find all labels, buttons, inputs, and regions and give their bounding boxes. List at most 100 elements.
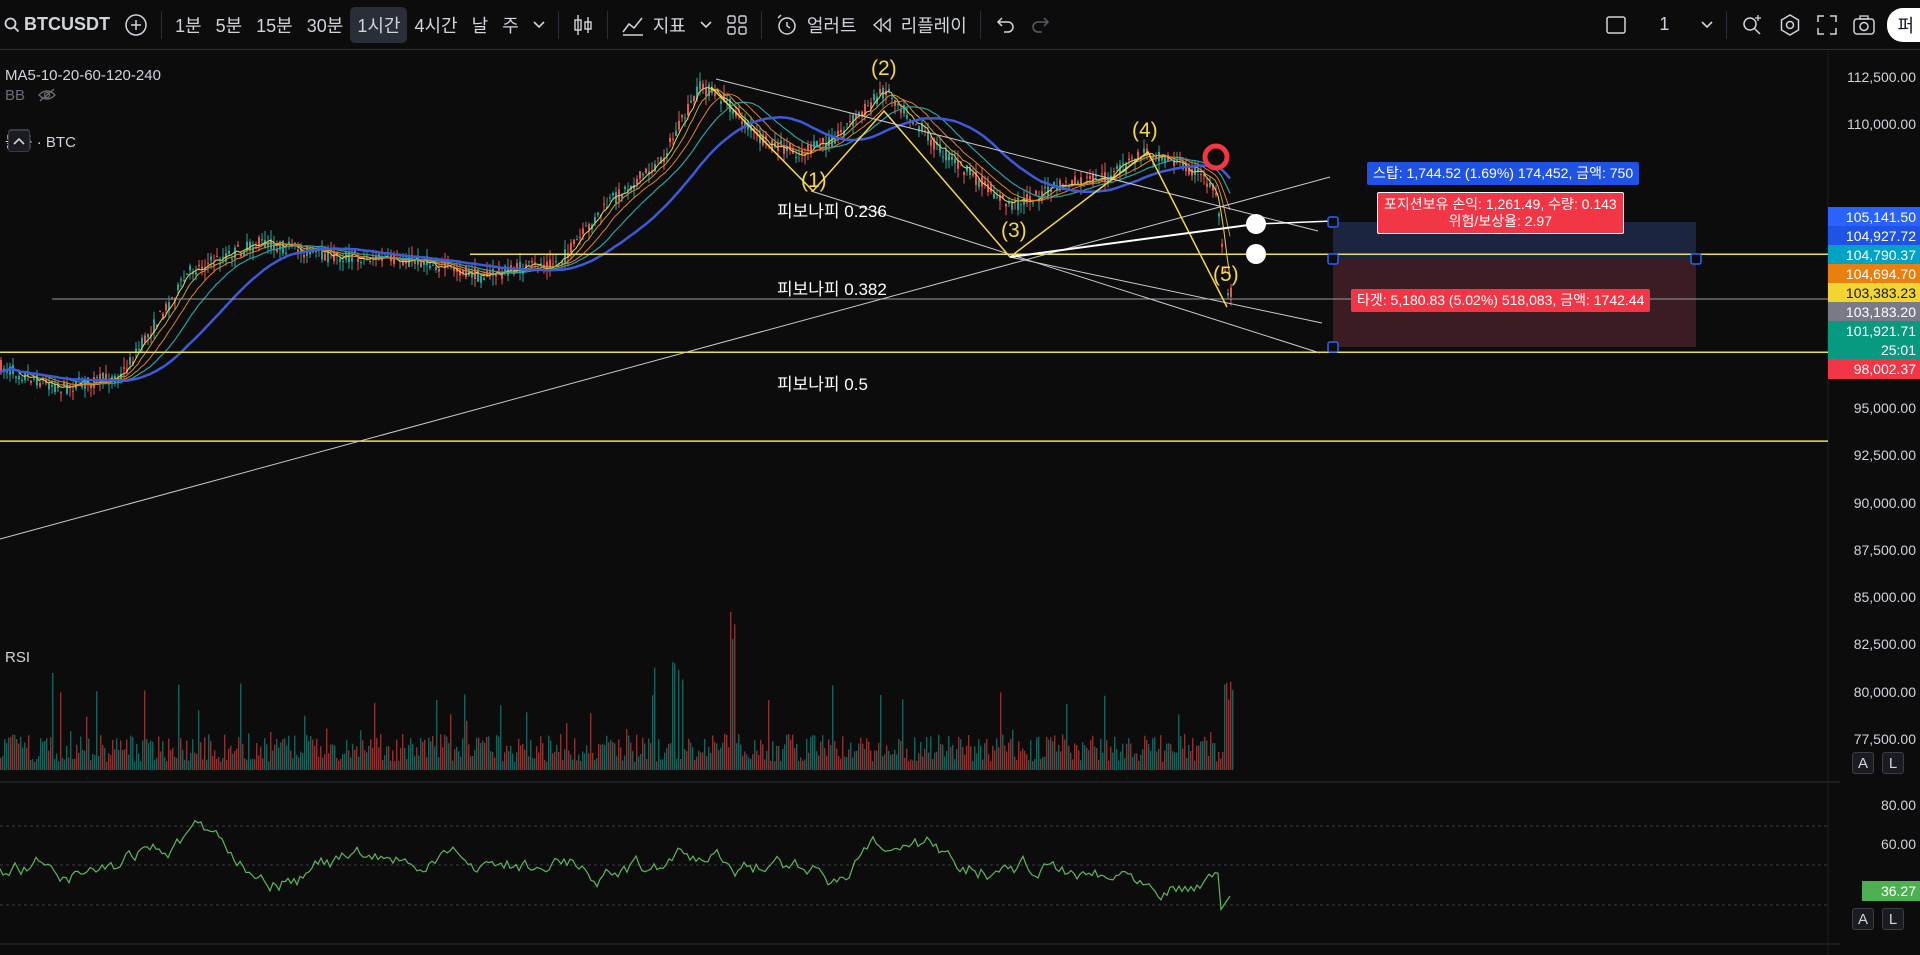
volume-bar [1212, 743, 1214, 770]
alert-button[interactable]: 얼러트 [768, 7, 864, 43]
volume-bar [150, 740, 152, 770]
interval-day[interactable]: 날 [465, 7, 496, 43]
volume-bar [96, 691, 98, 770]
volume-bar [1072, 759, 1074, 770]
screenshot-button[interactable] [1845, 7, 1883, 43]
volume-bar [460, 756, 462, 770]
volume-bar [48, 750, 50, 770]
volume-bar [978, 739, 980, 770]
volume-bar [448, 743, 450, 770]
candle-body [816, 141, 818, 147]
volume-bar [1130, 743, 1132, 770]
price-tick: 95,000.00 [1853, 400, 1916, 416]
volume-bar [1058, 744, 1060, 770]
undo-button[interactable] [987, 7, 1023, 43]
stop-info-box[interactable]: 스탑: 1,744.52 (1.69%) 174,452, 금액: 750 [1367, 162, 1640, 185]
rsi-legend[interactable]: RSI [5, 649, 30, 666]
candle-body [420, 262, 422, 268]
settings-button[interactable] [1771, 7, 1809, 43]
redo-button[interactable] [1023, 7, 1059, 43]
position-pnl-box[interactable]: 포지션보유 손익: 1,261.49, 수량: 0.143 위험/보상율: 2.… [1377, 192, 1624, 234]
volume-bar [898, 739, 900, 770]
volume-bar [540, 736, 542, 770]
interval-dropdown[interactable] [526, 7, 552, 43]
publish-button[interactable]: 퍼 [1887, 7, 1920, 42]
chart-type-button[interactable] [565, 7, 601, 43]
interval-5m[interactable]: 5분 [209, 7, 250, 43]
volume-bar [992, 746, 994, 770]
interval-1h[interactable]: 1시간 [350, 6, 408, 43]
rsi-auto-scale-button[interactable]: A [1852, 908, 1874, 930]
volume-bar [294, 735, 296, 770]
volume-bar [938, 734, 940, 770]
rewind-icon [871, 16, 893, 33]
chart-area[interactable]: MA5-10-20-60-120-240 BB 볼륨 · BTC RSI 피보나… [0, 51, 1920, 955]
eye-off-icon[interactable] [37, 87, 57, 103]
volume-bar [496, 735, 498, 770]
fullscreen-button[interactable] [1809, 7, 1845, 43]
auto-scale-button[interactable]: A [1852, 752, 1874, 774]
volume-bar [994, 750, 996, 770]
target-info-box[interactable]: 타겟: 5,180.83 (5.02%) 518,083, 금액: 1742.4… [1351, 289, 1651, 312]
layout-count[interactable]: 1 [1634, 7, 1694, 43]
volume-bar [1190, 751, 1192, 770]
candle-body [1044, 187, 1046, 189]
templates-button[interactable] [719, 7, 755, 43]
volume-bar [154, 759, 156, 770]
candle-body [807, 144, 809, 151]
indicators-button[interactable]: 지표 [614, 7, 693, 43]
volume-bar [614, 743, 616, 770]
candle-body [1089, 176, 1091, 179]
candle-body [210, 256, 212, 261]
interval-15m[interactable]: 15분 [249, 7, 300, 43]
search-sparkle-icon [1740, 13, 1764, 37]
interval-week[interactable]: 주 [495, 7, 526, 43]
volume-bar [240, 683, 242, 770]
volume-bar [1108, 760, 1110, 770]
candle-body [1074, 176, 1076, 185]
volume-bar [142, 740, 144, 770]
candle-body [684, 117, 686, 119]
volume-bar [492, 751, 494, 770]
indicators-dropdown[interactable] [693, 7, 719, 43]
volume-bar [796, 743, 798, 770]
volume-bars [0, 611, 1234, 770]
quick-search-button[interactable] [1733, 7, 1771, 43]
interval-30m[interactable]: 30분 [300, 7, 351, 43]
volume-bar [212, 755, 214, 770]
rsi-log-scale-button[interactable]: L [1882, 908, 1904, 930]
collapse-legend-button[interactable] [8, 130, 30, 152]
volume-bar [468, 744, 470, 770]
symbol-search-button[interactable]: BTCUSDT [0, 7, 117, 43]
volume-bar [530, 740, 532, 770]
volume-bar [112, 739, 114, 770]
interval-1m[interactable]: 1분 [168, 7, 209, 43]
log-scale-button[interactable]: L [1882, 752, 1904, 774]
compare-add-button[interactable] [117, 7, 155, 43]
volume-bar [768, 700, 770, 770]
interval-4h[interactable]: 4시간 [407, 7, 464, 43]
bb-legend[interactable]: BB [5, 81, 57, 109]
volume-bar [442, 747, 444, 770]
layout-dropdown[interactable] [1694, 7, 1720, 43]
candle-body [840, 129, 842, 133]
candle-body [1209, 182, 1211, 187]
candle-body [576, 239, 578, 241]
volume-bar [182, 749, 184, 770]
volume-bar [838, 756, 840, 770]
volume-bar [30, 759, 32, 770]
candle-body [18, 375, 20, 380]
candle-body [339, 258, 341, 262]
volume-bar [470, 756, 472, 770]
candle-body [186, 273, 188, 275]
candle-body [1086, 176, 1088, 178]
volume-bar [422, 742, 424, 770]
candle-body [123, 367, 125, 369]
layout-button[interactable] [1598, 7, 1634, 43]
wave-label-2: (2) [871, 57, 897, 80]
replay-button[interactable]: 리플레이 [864, 7, 974, 43]
candle-body [903, 105, 905, 114]
candle-body [720, 101, 722, 104]
candle-body [438, 268, 440, 272]
chart-canvas[interactable] [0, 51, 1920, 955]
